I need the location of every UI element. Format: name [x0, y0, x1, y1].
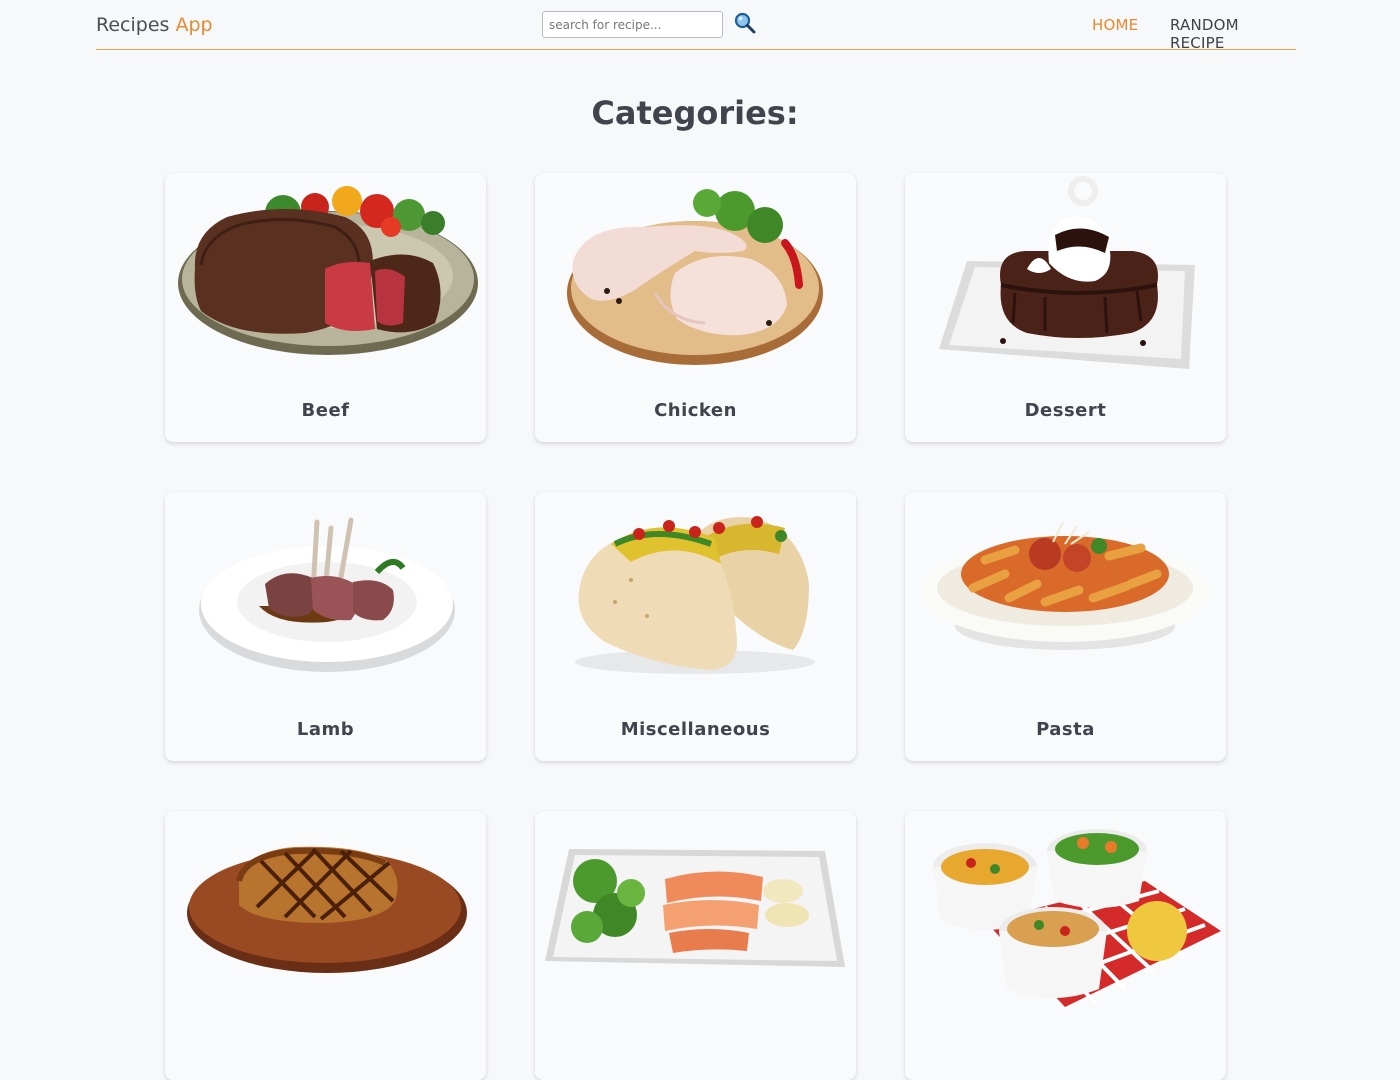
category-label: Miscellaneous: [620, 719, 771, 740]
raw-chicken-image: [567, 189, 823, 365]
beef-steak-image: [178, 186, 478, 355]
tacos-image: [575, 516, 815, 674]
nav-random-recipe-link[interactable]: RANDOM RECIPE: [1170, 16, 1296, 52]
category-card-miscellaneous[interactable]: Miscellaneous: [535, 492, 856, 761]
search-input[interactable]: [542, 11, 723, 38]
search-icon[interactable]: [733, 11, 757, 35]
category-label: Beef: [301, 400, 350, 421]
category-card-pasta[interactable]: Pasta: [905, 492, 1226, 761]
navbar: Recipes App HOME RANDOM RECIPE: [96, 0, 1296, 52]
pork-chop-image: [187, 846, 467, 973]
chocolate-dessert-image: [939, 176, 1195, 369]
side-dishes-image: [933, 829, 1221, 1007]
category-card-chicken[interactable]: Chicken: [535, 173, 856, 442]
category-label: Dessert: [1024, 400, 1107, 421]
category-card-dessert[interactable]: Dessert: [905, 173, 1226, 442]
app-logo[interactable]: Recipes App: [96, 14, 213, 36]
category-label: Pasta: [1036, 719, 1095, 740]
page-title: Categories:: [591, 94, 799, 132]
lamb-rack-image: [199, 517, 455, 672]
category-card-side[interactable]: [905, 811, 1226, 1080]
app-title-accent: App: [175, 14, 213, 36]
salmon-plate-image: [545, 849, 845, 967]
category-card-lamb[interactable]: Lamb: [165, 492, 486, 761]
nav-home-link[interactable]: HOME: [1092, 16, 1138, 34]
penne-pasta-image: [921, 521, 1209, 650]
category-card-beef[interactable]: Beef: [165, 173, 486, 442]
category-card-pork[interactable]: [165, 811, 486, 1080]
category-card-seafood[interactable]: [535, 811, 856, 1080]
category-label: Lamb: [296, 719, 355, 740]
category-label: Chicken: [654, 400, 737, 421]
app-title-main: Recipes: [96, 14, 170, 36]
